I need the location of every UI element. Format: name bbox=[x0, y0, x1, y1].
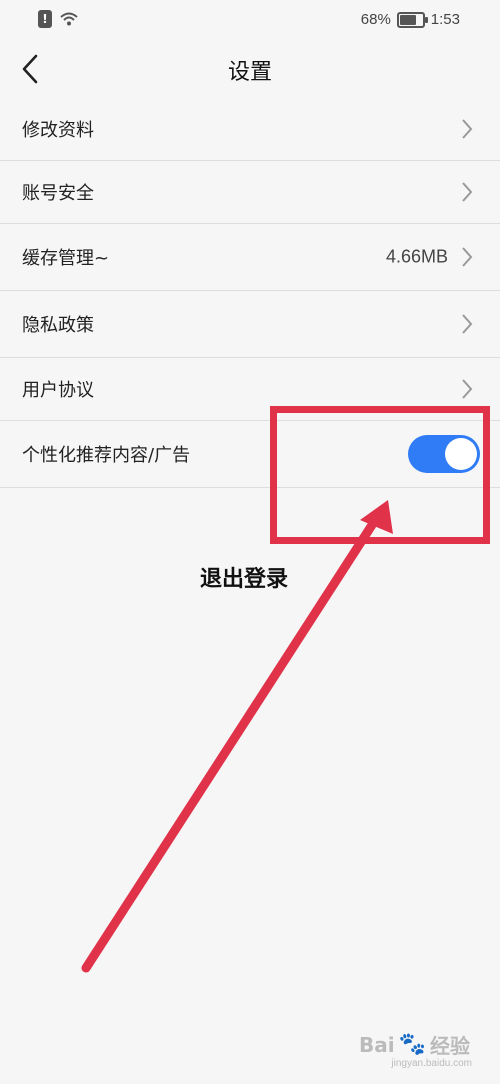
watermark-prefix: Bai bbox=[358, 1032, 395, 1057]
watermark-url: jingyan.baidu.com bbox=[391, 1058, 472, 1069]
watermark: Bai 🐾 经验 bbox=[359, 1030, 470, 1059]
annotation-arrow bbox=[81, 500, 393, 973]
watermark-suffix: 经验 bbox=[430, 1034, 470, 1058]
paw-icon: 🐾 bbox=[398, 1032, 426, 1057]
